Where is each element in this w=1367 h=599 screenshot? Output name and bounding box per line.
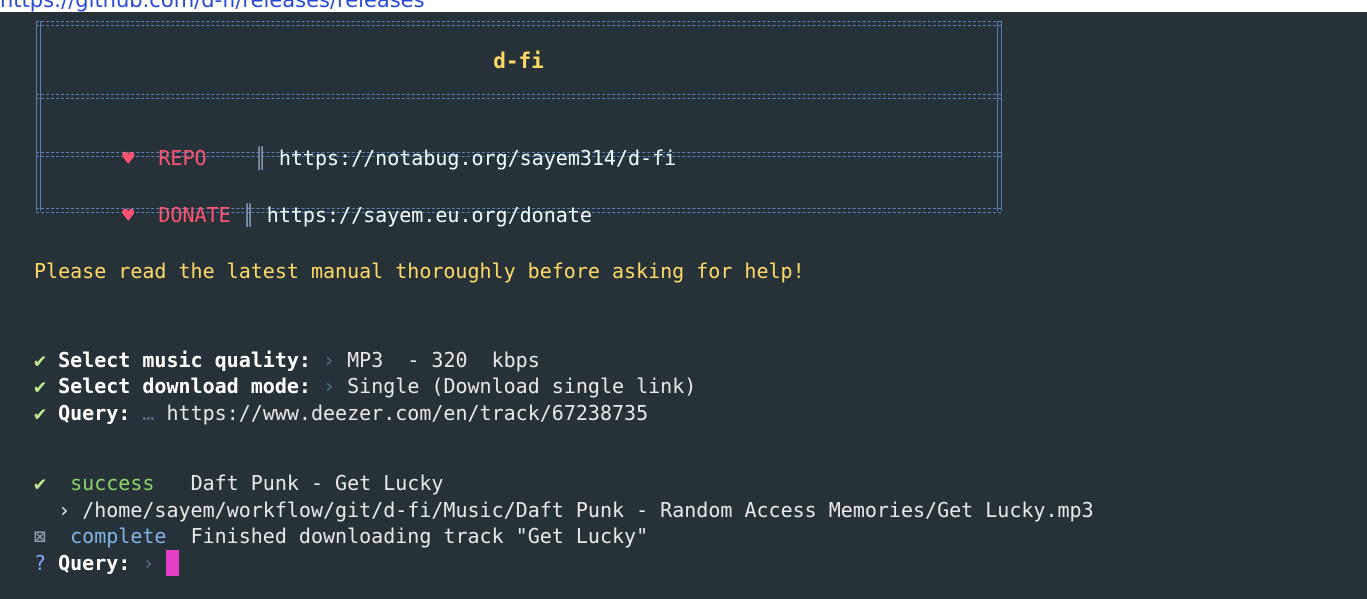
prompt-label: Select download mode:: [58, 374, 311, 398]
chevron-right-icon: ›: [323, 348, 336, 372]
check-icon: ✔: [34, 374, 47, 398]
banner-title: d-fi: [493, 49, 544, 73]
check-icon: ✔: [34, 471, 47, 495]
prompt-answer: https://www.deezer.com/en/track/67238735: [166, 401, 649, 425]
complete-status: complete: [70, 524, 167, 548]
check-icon: ✔: [34, 401, 47, 425]
prompt-label: Query:: [58, 401, 131, 425]
prompt-query-answered: ✔ Query: … https://www.deezer.com/en/tra…: [34, 398, 648, 428]
chevron-right-icon: ›: [323, 374, 336, 398]
prompt-mode: ✔ Select download mode: › Single (Downlo…: [34, 371, 696, 401]
complete-line: ⊠ complete Finished downloading track "G…: [34, 521, 648, 551]
heart-icon: ♥: [122, 146, 135, 170]
chevron-right-icon: ›: [142, 551, 155, 575]
donate-url[interactable]: https://sayem.eu.org/donate: [267, 203, 592, 227]
prompt-query-active[interactable]: ? Query: ›: [34, 548, 180, 578]
banner-box: d-fi ♥ REPO ║ https://notabug.org/sayem3…: [36, 21, 1002, 227]
question-icon: ?: [34, 551, 47, 575]
repo-label: REPO: [158, 146, 231, 170]
check-icon: ✔: [34, 348, 47, 372]
browser-link-bar: https://github.com/d-fi/releases/release…: [0, 0, 1367, 12]
banner-separator: ║: [242, 203, 255, 227]
banner-border-top: [36, 21, 1001, 26]
text-cursor: [166, 550, 180, 576]
file-path: /home/sayem/workflow/git/d-fi/Music/Daft…: [82, 498, 1094, 522]
banner-row-donate: ♥ DONATE ║ https://sayem.eu.org/donate: [50, 170, 592, 227]
success-status: success: [70, 471, 155, 495]
banner-divider-1: [36, 94, 1001, 99]
complete-message: Finished downloading track "Get Lucky": [190, 524, 649, 548]
chevron-right-icon: ›: [58, 498, 71, 522]
boxed-x-icon: ⊠: [34, 524, 47, 548]
banner-row-repo: ♥ REPO ║ https://notabug.org/sayem314/d-…: [50, 113, 676, 170]
repo-url[interactable]: https://notabug.org/sayem314/d-fi: [279, 146, 676, 170]
prompt-answer: Single (Download single link): [347, 374, 697, 398]
success-line: ✔ success Daft Punk - Get Lucky: [34, 468, 443, 498]
ellipsis-icon: …: [142, 401, 155, 425]
prompt-label: Query:: [58, 551, 131, 575]
heart-icon: ♥: [122, 203, 135, 227]
prompt-label: Select music quality:: [58, 348, 311, 372]
banner-separator: ║: [254, 146, 267, 170]
manual-notice: Please read the latest manual thoroughly…: [34, 259, 805, 283]
releases-link[interactable]: https://github.com/d-fi/releases/release…: [0, 0, 425, 12]
prompt-answer: MP3 - 320 kbps: [347, 348, 540, 372]
terminal-window[interactable]: d-fi ♥ REPO ║ https://notabug.org/sayem3…: [0, 12, 1367, 599]
donate-label: DONATE: [158, 203, 231, 227]
success-track: Daft Punk - Get Lucky: [190, 471, 444, 495]
